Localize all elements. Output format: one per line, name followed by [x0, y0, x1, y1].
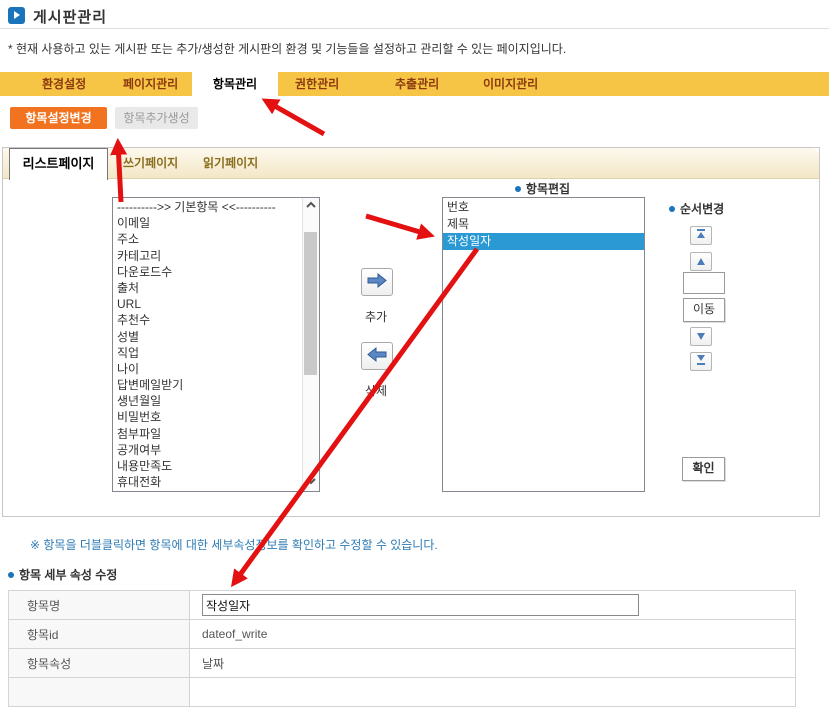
list-item[interactable]: 직업: [113, 345, 303, 361]
list-item[interactable]: URL: [113, 296, 303, 312]
scrollbar-thumb[interactable]: [304, 232, 317, 375]
move-down-icon: [696, 332, 706, 341]
order-panel-title: 순서변경: [669, 200, 724, 217]
scrollbar[interactable]: [302, 198, 319, 491]
scroll-up-icon[interactable]: [303, 198, 319, 215]
remove-label: 삭제: [365, 382, 387, 399]
bullet-icon: [669, 206, 675, 212]
list-item[interactable]: 공개여부: [113, 442, 303, 458]
list-item[interactable]: 첨부파일: [113, 426, 303, 442]
detail-section-title: 항목 세부 속성 수정: [8, 566, 117, 583]
tab-write-page[interactable]: 쓰기페이지: [123, 148, 178, 178]
item-id-value: dateof_write: [190, 620, 796, 649]
tab-list-page[interactable]: 리스트페이지: [9, 148, 108, 180]
list-item[interactable]: 성별: [113, 329, 303, 345]
move-bottom-icon: [696, 355, 706, 366]
add-label: 추가: [365, 308, 387, 325]
list-item[interactable]: 나이: [113, 361, 303, 377]
divider: [0, 28, 829, 29]
list-item[interactable]: 내용만족도: [113, 458, 303, 474]
main-tab-page-mgmt[interactable]: 페이지관리: [123, 72, 178, 96]
move-up-icon: [696, 257, 706, 266]
page-description: * 현재 사용하고 있는 게시판 또는 추가/생성한 게시판의 환경 및 기능들…: [8, 40, 566, 57]
list-item[interactable]: 추천수: [113, 312, 303, 328]
item-mgmt-panel: 리스트페이지 쓰기페이지 읽기페이지 ---------->> 기본항목 <<-…: [2, 147, 820, 517]
main-tab-image-mgmt[interactable]: 이미지관리: [483, 72, 538, 96]
arrow-right-icon: [366, 272, 388, 289]
remove-item-button[interactable]: [361, 342, 393, 370]
double-click-note: ※ 항목을 더블클릭하면 항목에 대한 세부속성정보를 확인하고 수정할 수 있…: [30, 536, 438, 553]
row-label-item-attr: 항목속성: [9, 649, 190, 678]
table-row: 항목명: [9, 591, 796, 620]
table-row: 항목id dateof_write: [9, 620, 796, 649]
arrow-left-icon: [366, 346, 388, 363]
list-item[interactable]: 생년월일: [113, 393, 303, 409]
bullet-icon: [515, 186, 521, 192]
table-row-partial: [9, 678, 796, 707]
list-item[interactable]: 이메일: [113, 215, 303, 231]
list-item[interactable]: 휴대전화: [113, 474, 303, 490]
main-tab-item-mgmt[interactable]: 항목관리: [192, 72, 278, 96]
move-button[interactable]: 이동: [683, 298, 725, 322]
detail-attributes-table: 항목명 항목id dateof_write 항목속성 날짜: [8, 590, 796, 707]
main-tab-extract[interactable]: 추출관리: [395, 72, 439, 96]
scroll-down-icon[interactable]: [303, 474, 319, 491]
item-settings-change-button[interactable]: 항목설정변경: [10, 107, 107, 129]
order-position-input[interactable]: [683, 272, 725, 294]
list-item[interactable]: 답변메일받기: [113, 377, 303, 393]
list-item[interactable]: 다운로드수: [113, 264, 303, 280]
row-label-item-id: 항목id: [9, 620, 190, 649]
row-label-item-name: 항목명: [9, 591, 190, 620]
item-attr-value: 날짜: [190, 649, 796, 678]
move-down-button[interactable]: [690, 327, 712, 346]
list-item[interactable]: 카테고리: [113, 248, 303, 264]
main-tab-permission[interactable]: 권한관리: [295, 72, 339, 96]
page-tab-strip: 리스트페이지 쓰기페이지 읽기페이지: [3, 148, 819, 179]
item-add-create-button[interactable]: 항목추가생성: [115, 107, 198, 129]
move-bottom-button[interactable]: [690, 352, 712, 371]
list-item[interactable]: 출처: [113, 280, 303, 296]
main-tab-env-settings[interactable]: 환경설정: [42, 72, 86, 96]
edit-list-title: 항목편집: [442, 180, 643, 197]
item-name-input[interactable]: [202, 594, 639, 616]
base-items-listbox[interactable]: ---------->> 기본항목 <<---------- 이메일 주소 카테…: [112, 197, 320, 492]
add-item-button[interactable]: [361, 268, 393, 296]
list-item[interactable]: 번호: [443, 199, 644, 216]
bullet-icon: [8, 572, 14, 578]
move-up-button[interactable]: [690, 252, 712, 271]
edit-items-listbox[interactable]: 번호 제목 작성일자: [442, 197, 645, 492]
tab-read-page[interactable]: 읽기페이지: [203, 148, 258, 178]
arrow-to-item-mgmt-tab: [266, 101, 324, 134]
list-item[interactable]: 비밀번호: [113, 409, 303, 425]
table-row: 항목속성 날짜: [9, 649, 796, 678]
list-group-header: ---------->> 기본항목 <<----------: [113, 199, 303, 215]
confirm-button[interactable]: 확인: [682, 457, 725, 481]
list-item-selected[interactable]: 작성일자: [443, 233, 644, 250]
move-top-button[interactable]: [690, 226, 712, 245]
move-top-icon: [696, 229, 706, 240]
list-item[interactable]: 제목: [443, 216, 644, 233]
page-title: 게시판관리: [33, 6, 107, 27]
main-tab-bar: 환경설정 페이지관리 항목관리 권한관리 추출관리 이미지관리: [0, 72, 829, 96]
list-item[interactable]: 주소: [113, 231, 303, 247]
title-arrow-icon: [8, 7, 25, 24]
